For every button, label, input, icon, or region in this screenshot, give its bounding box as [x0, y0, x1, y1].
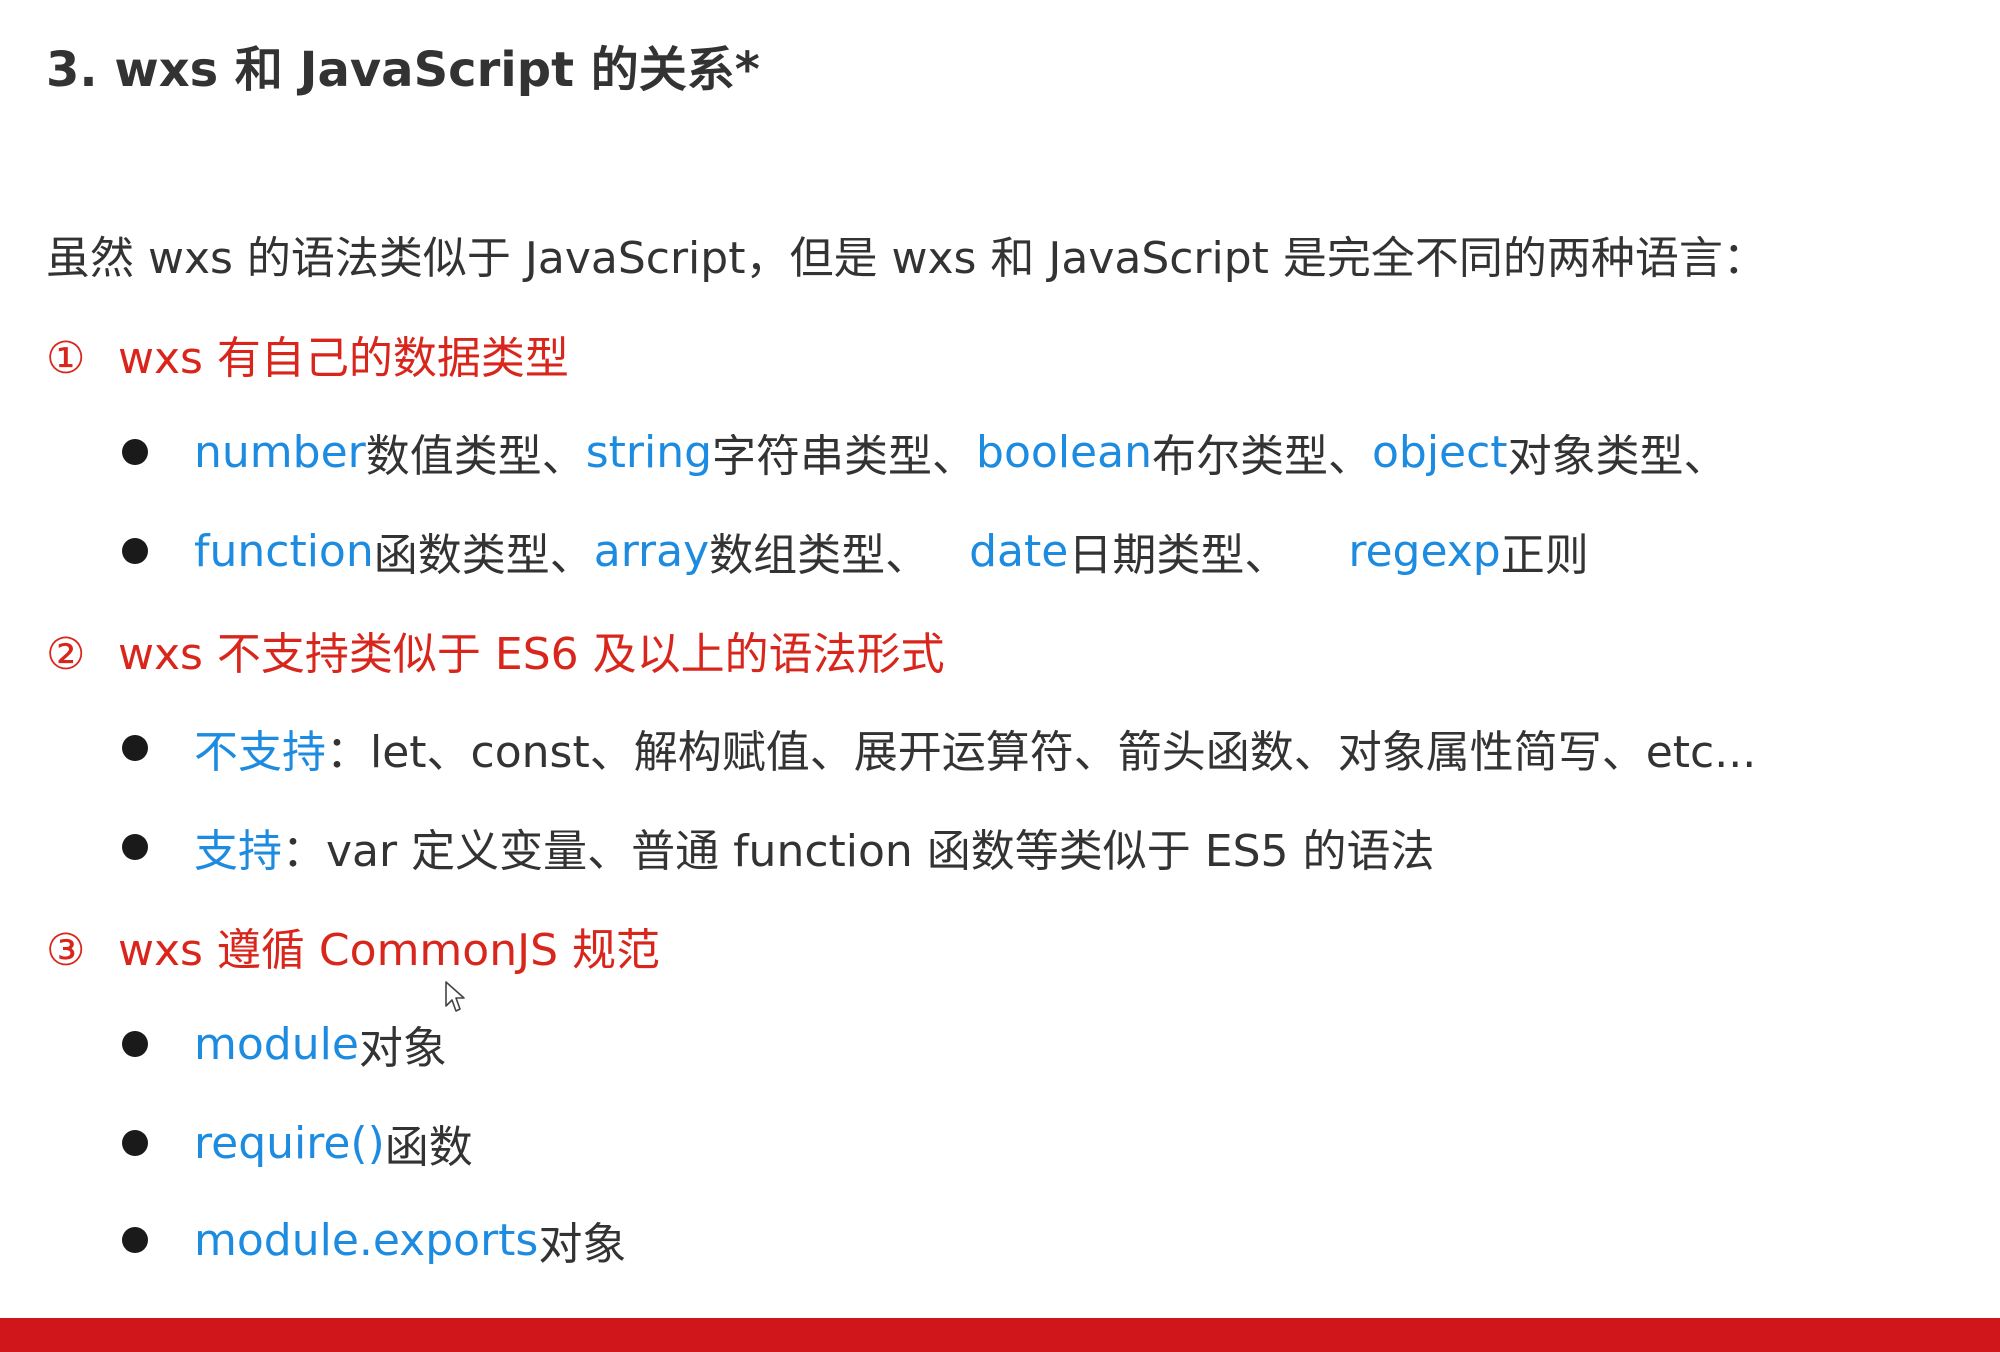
bullet-text: 数组类型、	[709, 530, 930, 581]
bullet-dot	[122, 439, 148, 465]
bullet-text: 对象	[538, 1219, 627, 1270]
mouse-cursor-icon	[445, 981, 465, 1012]
intro-text: 虽然 wxs 的语法类似于 JavaScript，但是 wxs 和 JavaSc…	[46, 233, 1767, 284]
section-3-heading: ③ wxs 遵循 CommonJS 规范	[46, 914, 660, 978]
bullet-data-types-2: function 函数类型、 array 数组类型、 date 日期类型、 regex…	[122, 519, 1589, 583]
bullet-module-exports: module.exports 对象	[122, 1208, 626, 1272]
keyword: module.exports	[194, 1214, 539, 1266]
keyword: number	[194, 426, 366, 478]
keyword: require()	[194, 1117, 385, 1169]
keyword: array	[593, 525, 710, 577]
bullet-dot	[122, 1130, 148, 1156]
slide-title: 3. wxs 和 JavaScript 的关系*	[46, 42, 760, 98]
section-2-heading: ② wxs 不支持类似于 ES6 及以上的语法形式	[46, 618, 945, 682]
keyword: regexp	[1348, 525, 1501, 577]
bullet-dot	[122, 538, 148, 564]
keyword: module	[194, 1018, 359, 1070]
bullet-dot	[122, 834, 148, 860]
bullet-require: require() 函数	[122, 1111, 473, 1175]
bullet-module: module 对象	[122, 1012, 447, 1076]
section-1-heading: ① wxs 有自己的数据类型	[46, 322, 569, 386]
keyword: boolean	[976, 426, 1152, 478]
bullet-data-types-1: number 数值类型、 string 字符串类型、 boolean 布尔类型、 ob…	[122, 420, 1728, 484]
keyword: date	[969, 525, 1069, 577]
slide: 3. wxs 和 JavaScript 的关系* 虽然 wxs 的语法类似于 J…	[0, 0, 2000, 1352]
bullet-text: ：var 定义变量、普通 function 函数等类似于 ES5 的语法	[282, 826, 1435, 877]
bullet-text: 数值类型、	[365, 431, 586, 482]
bullet-dot	[122, 735, 148, 761]
bullet-text: 对象类型、	[1507, 431, 1728, 482]
bullet-dot	[122, 1227, 148, 1253]
bullet-text: 正则	[1500, 530, 1589, 581]
keyword: object	[1371, 426, 1508, 478]
bullet-supported: 支持 ：var 定义变量、普通 function 函数等类似于 ES5 的语法	[122, 815, 1435, 879]
section-heading-text: wxs 有自己的数据类型	[118, 333, 569, 384]
bullet-text: 字符串类型、	[712, 431, 977, 482]
keyword: string	[585, 426, 713, 478]
bullet-text: 日期类型、	[1068, 530, 1289, 581]
bullet-text: 函数	[384, 1122, 473, 1173]
section-number: ②	[46, 629, 86, 680]
keyword: 不支持	[194, 727, 326, 778]
bullet-dot	[122, 1031, 148, 1057]
footer-bar	[0, 1318, 2000, 1352]
section-heading-text: wxs 不支持类似于 ES6 及以上的语法形式	[118, 629, 945, 680]
section-number: ③	[46, 925, 86, 976]
bullet-text: 对象	[358, 1023, 447, 1074]
keyword: function	[194, 525, 374, 577]
bullet-text: 函数类型、	[373, 530, 594, 581]
bullet-text: ：let、const、解构赋值、展开运算符、箭头函数、对象属性简写、etc...	[326, 727, 1757, 778]
section-number: ①	[46, 333, 86, 384]
keyword: 支持	[194, 826, 282, 877]
bullet-text: 布尔类型、	[1151, 431, 1372, 482]
section-heading-text: wxs 遵循 CommonJS 规范	[118, 925, 660, 976]
bullet-unsupported: 不支持 ：let、const、解构赋值、展开运算符、箭头函数、对象属性简写、etc…	[122, 716, 1756, 780]
